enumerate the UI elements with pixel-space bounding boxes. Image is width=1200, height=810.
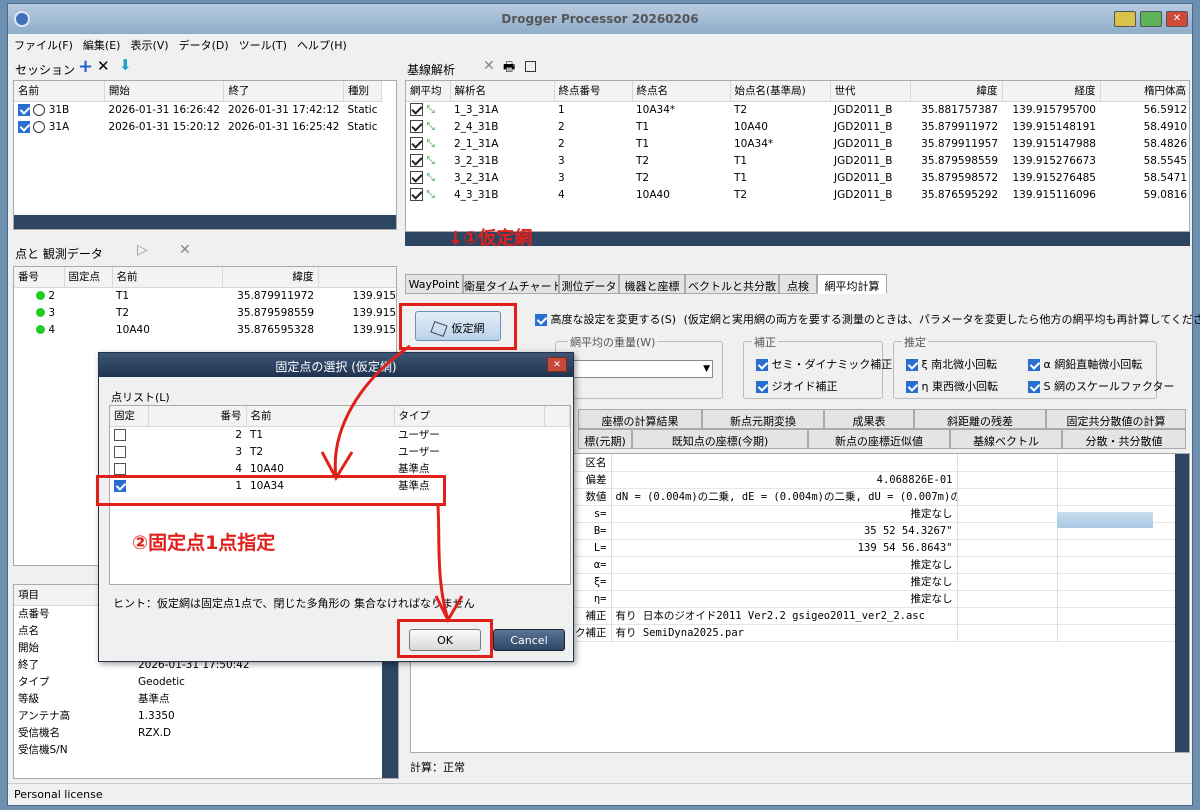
arrow-head-2 bbox=[434, 595, 464, 624]
annotation-arrows bbox=[320, 344, 464, 624]
